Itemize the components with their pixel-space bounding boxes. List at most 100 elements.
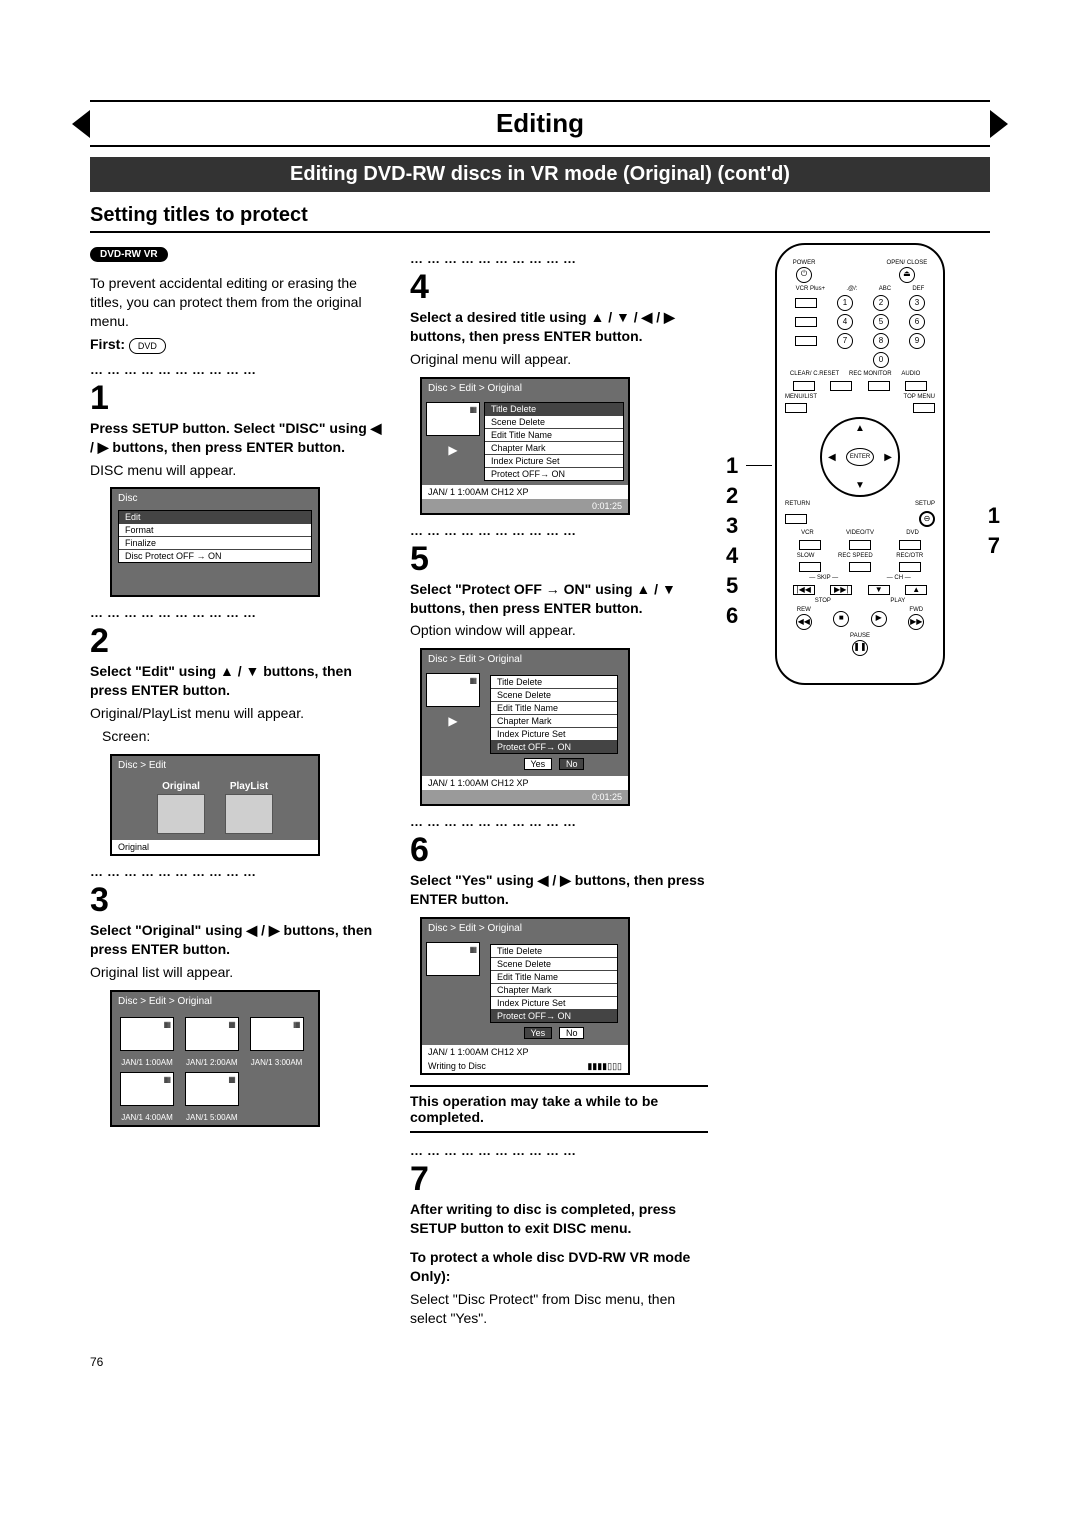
menu-item: Chapter Mark xyxy=(491,715,617,728)
num-1-button[interactable]: 1 xyxy=(837,295,853,311)
num-3-button[interactable]: 3 xyxy=(909,295,925,311)
intro-text: To prevent accidental editing or erasing… xyxy=(90,274,388,331)
step-3-bold: Select "Original" using ◀ / ▶ buttons, t… xyxy=(90,921,388,959)
videotv-button[interactable] xyxy=(849,540,871,550)
arrow-down-icon[interactable]: ▼ xyxy=(855,480,865,491)
fwd-button[interactable]: ▶▶ xyxy=(908,614,924,630)
menu-item: Scene Delete xyxy=(491,689,617,702)
recmonitor-button[interactable] xyxy=(830,381,852,391)
vcr-label: VCR xyxy=(801,530,814,537)
step-7-num: 7 xyxy=(410,1162,708,1196)
divider: ………………………… xyxy=(410,1143,708,1158)
search-mode-button[interactable] xyxy=(795,298,817,308)
vcr-button[interactable] xyxy=(799,540,821,550)
num-4-button[interactable]: 4 xyxy=(837,314,853,330)
menu-item: Index Picture Set xyxy=(485,455,623,468)
skip-fwd-button[interactable]: ▶▶| xyxy=(830,585,852,595)
step-4-bold: Select a desired title using ▲ / ▼ / ◀ /… xyxy=(410,308,708,346)
screen-crumb: Disc > Edit > Original xyxy=(422,919,628,938)
slow-button[interactable] xyxy=(799,562,821,572)
screen-crumb: Disc > Edit > Original xyxy=(422,650,628,669)
dvd-button[interactable] xyxy=(899,540,921,550)
screen-foot: JAN/ 1 1:00AM CH12 XP xyxy=(422,776,628,790)
divider: ………………………… xyxy=(410,814,708,829)
divider: ………………………… xyxy=(410,523,708,538)
num-7-button[interactable]: 7 xyxy=(837,333,853,349)
step-6-num: 6 xyxy=(410,833,708,867)
column-middle: ………………………… 4 Select a desired title usin… xyxy=(410,243,708,1331)
zoom-button[interactable] xyxy=(795,336,817,346)
screen-disc-menu: Edit Format Finalize Disc Protect OFF → … xyxy=(118,510,312,563)
step-2-bold: Select "Edit" using ▲ / ▼ buttons, then … xyxy=(90,662,388,700)
power-label: POWER xyxy=(793,260,816,267)
yes-option: Yes xyxy=(524,758,553,770)
tile-original xyxy=(157,794,205,834)
section-title: Editing DVD-RW discs in VR mode (Origina… xyxy=(290,163,790,185)
menu-item: Chapter Mark xyxy=(491,984,617,997)
arrow-up-icon[interactable]: ▲ xyxy=(855,423,865,434)
num-5-button[interactable]: 5 xyxy=(873,314,889,330)
ch-down-button[interactable]: ▼ xyxy=(868,585,890,595)
num-8-button[interactable]: 8 xyxy=(873,333,889,349)
no-option: No xyxy=(559,758,585,770)
menu-item: Index Picture Set xyxy=(491,997,617,1010)
ch-up-button[interactable]: ▲ xyxy=(905,585,927,595)
tile-playlist-label: PlayList xyxy=(225,781,273,792)
cm-skip-button[interactable] xyxy=(795,317,817,327)
menu-item: Finalize xyxy=(119,537,311,550)
first-label: First: xyxy=(90,336,125,352)
stop-button[interactable]: ■ xyxy=(833,611,849,627)
topmenu-button[interactable] xyxy=(913,403,935,413)
chapter-title: Editing xyxy=(496,108,584,138)
display-button[interactable] xyxy=(905,381,927,391)
screen-writing: Disc > Edit > Original Title Delete Scen… xyxy=(420,917,630,1075)
num-0-button[interactable]: 0 xyxy=(873,352,889,368)
recotr-button[interactable] xyxy=(899,562,921,572)
num-6-button[interactable]: 6 xyxy=(909,314,925,330)
topmenu-label: TOP MENU xyxy=(904,394,935,401)
menu-item: Scene Delete xyxy=(491,958,617,971)
pause-button[interactable]: ❚❚ xyxy=(852,640,868,656)
power-button[interactable]: ⏻ xyxy=(796,267,812,283)
menu-item: Title Delete xyxy=(485,403,623,416)
page-number: 76 xyxy=(90,1355,990,1369)
abc-label: ABC xyxy=(879,286,891,293)
menulist-button[interactable] xyxy=(785,403,807,413)
thumb xyxy=(426,673,480,707)
arrow-right-icon[interactable]: ▶ xyxy=(884,452,892,463)
rew-button[interactable]: ◀◀ xyxy=(796,614,812,630)
fwd-label: FWD xyxy=(908,607,924,614)
recspeed-button[interactable] xyxy=(849,562,871,572)
setup-button[interactable]: ⊖ xyxy=(919,511,935,527)
callout-2: 2 xyxy=(726,483,738,509)
return-button[interactable] xyxy=(785,514,807,524)
step-7-bold2: To protect a whole disc DVD-RW VR mode O… xyxy=(410,1248,708,1286)
rew-label: REW xyxy=(796,607,812,614)
arrow-left-icon[interactable]: ◀ xyxy=(828,452,836,463)
play-button[interactable]: ▶ xyxy=(871,611,887,627)
clear-button[interactable] xyxy=(793,381,815,391)
screen-edit-foot: Original xyxy=(112,840,318,854)
menu-item: Title Delete xyxy=(491,945,617,958)
screen-crumb: Disc > Edit > Original xyxy=(422,379,628,398)
step-2-num: 2 xyxy=(90,624,388,658)
d-pad[interactable]: ▲ ▼ ◀ ▶ ENTER xyxy=(820,417,900,497)
thumb xyxy=(250,1017,304,1051)
chapter-banner: Editing xyxy=(90,100,990,147)
num-2-button[interactable]: 2 xyxy=(873,295,889,311)
skip-back-button[interactable]: |◀◀ xyxy=(793,585,815,595)
recspeed-label: REC SPEED xyxy=(838,553,873,560)
step-3-num: 3 xyxy=(90,883,388,917)
open-close-button[interactable]: ⏏ xyxy=(899,267,915,283)
writing-bar: Writing to Disc ▮▮▮▮▯▯▯ xyxy=(422,1059,628,1073)
audio-button[interactable] xyxy=(868,381,890,391)
step-7-text: Select "Disc Protect" from Disc menu, th… xyxy=(410,1290,708,1328)
column-left: DVD-RW VR To prevent accidental editing … xyxy=(90,243,388,1331)
screen-confirm-1: Disc > Edit > Original ▶ Title Delete Sc… xyxy=(420,648,630,806)
skip-label: — SKIP — xyxy=(809,575,838,582)
num-9-button[interactable]: 9 xyxy=(909,333,925,349)
play-label: PLAY xyxy=(890,598,905,605)
callout-r7: 7 xyxy=(988,533,1000,559)
enter-button[interactable]: ENTER xyxy=(846,448,874,466)
divider: ………………………… xyxy=(90,362,388,377)
